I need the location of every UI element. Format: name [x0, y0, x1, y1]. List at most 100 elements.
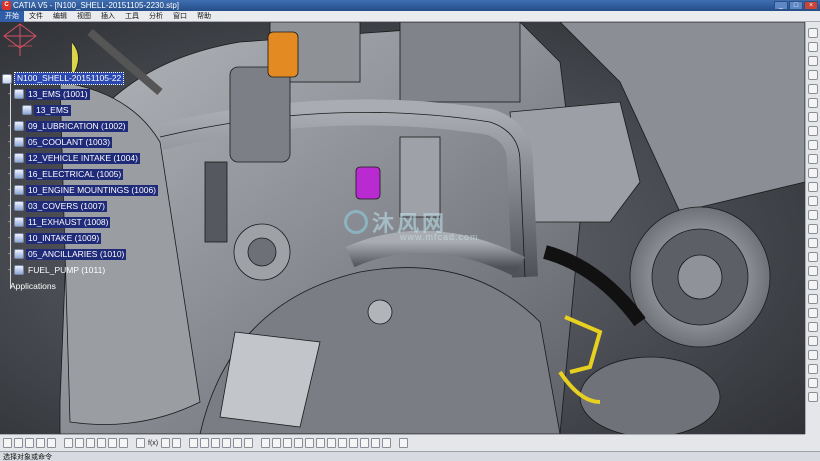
close-button[interactable]: ×: [804, 1, 818, 10]
iso-view-icon[interactable]: [349, 438, 359, 448]
expand-icon[interactable]: ‑: [8, 203, 13, 210]
tree-node-label[interactable]: 05_ANCILLARIES (1010): [26, 248, 127, 260]
tree-node-label[interactable]: 16_ELECTRICAL (1005): [26, 168, 124, 180]
render-icon[interactable]: [399, 438, 409, 448]
copy-icon[interactable]: [75, 438, 84, 448]
generate-numbering-icon[interactable]: [808, 126, 818, 136]
formula-button[interactable]: f(x): [148, 440, 158, 447]
fix-together-icon[interactable]: [808, 308, 818, 318]
tree-node-13-ems[interactable]: 13_EMS: [16, 104, 71, 116]
new-component-icon[interactable]: [808, 42, 818, 52]
measure-item-icon[interactable]: [244, 438, 254, 448]
distance-icon[interactable]: [233, 438, 243, 448]
tree-node-05-ancillaries[interactable]: ‑ 05_ANCILLARIES (1010): [8, 248, 127, 260]
catia-icon[interactable]: C: [2, 1, 11, 10]
print-icon[interactable]: [36, 438, 45, 448]
tree-node-label[interactable]: 12_VEHICLE INTAKE (1004): [26, 152, 140, 164]
space-analysis-icon[interactable]: [200, 438, 210, 448]
fly-mode-icon[interactable]: [261, 438, 271, 448]
annotation-icon[interactable]: [808, 378, 818, 388]
zoom-out-icon[interactable]: [316, 438, 326, 448]
tree-node-label[interactable]: FUEL_PUMP (1011): [26, 265, 107, 276]
expand-icon[interactable]: [16, 107, 21, 114]
expand-icon[interactable]: ‑: [8, 251, 13, 258]
tree-node-label[interactable]: 05_COOLANT (1003): [26, 136, 113, 148]
fit-all-in-icon[interactable]: [272, 438, 282, 448]
tree-node-12-vehicle-intake[interactable]: ‑ 12_VEHICLE INTAKE (1004): [8, 152, 140, 164]
contact-constraint-icon[interactable]: [808, 252, 818, 262]
3d-viewport[interactable]: 沐风网 www.mfcad.com N100_SHELL-20151105-22…: [0, 22, 805, 434]
pan-icon[interactable]: [283, 438, 293, 448]
expand-icon[interactable]: ‑: [8, 171, 13, 178]
tree-applications-label[interactable]: Applications: [8, 281, 58, 292]
graph-tree-reordering-icon[interactable]: [808, 112, 818, 122]
tree-node-label[interactable]: 03_COVERS (1007): [26, 200, 108, 212]
tree-node-label[interactable]: 13_EMS: [34, 104, 71, 116]
open-icon[interactable]: [14, 438, 23, 448]
selective-load-icon[interactable]: [808, 140, 818, 150]
create-multi-view-icon[interactable]: [338, 438, 348, 448]
expand-icon[interactable]: ‑: [8, 187, 13, 194]
existing-component-icon[interactable]: [808, 84, 818, 94]
menu-start[interactable]: 开始: [0, 10, 24, 22]
menu-window[interactable]: 窗口: [168, 11, 192, 22]
tree-node-applications[interactable]: Applications: [8, 280, 58, 292]
hide-show-icon[interactable]: [371, 438, 381, 448]
cut-icon[interactable]: [64, 438, 73, 448]
tree-root[interactable]: N100_SHELL-20151105-22: [2, 72, 125, 85]
tree-node-16-electrical[interactable]: ‑ 16_ELECTRICAL (1005): [8, 168, 124, 180]
tree-node-label[interactable]: 10_ENGINE MOUNTINGS (1006): [26, 184, 159, 196]
tree-root-label[interactable]: N100_SHELL-20151105-22: [14, 72, 125, 85]
menu-tools[interactable]: 工具: [120, 11, 144, 22]
tree-node-label[interactable]: 13_EMS (1001): [26, 88, 90, 100]
catalog-browser-icon[interactable]: [136, 438, 145, 448]
whats-this-icon[interactable]: [119, 438, 128, 448]
tree-node-10-engine-mountings[interactable]: ‑ 10_ENGINE MOUNTINGS (1006): [8, 184, 159, 196]
tree-node-05-coolant[interactable]: ‑ 05_COOLANT (1003): [8, 136, 113, 148]
undo-icon[interactable]: [97, 438, 106, 448]
angle-constraint-icon[interactable]: [808, 280, 818, 290]
expand-icon[interactable]: ‑: [8, 91, 13, 98]
zoom-in-icon[interactable]: [305, 438, 315, 448]
expand-icon[interactable]: ‑: [8, 267, 13, 274]
rotate-icon[interactable]: [294, 438, 304, 448]
snap-icon[interactable]: [808, 196, 818, 206]
minimize-button[interactable]: _: [774, 1, 788, 10]
tree-node-label[interactable]: 11_EXHAUST (1008): [26, 216, 111, 228]
tree-node-03-covers[interactable]: ‑ 03_COVERS (1007): [8, 200, 108, 212]
manipulation-icon[interactable]: [808, 182, 818, 192]
sectioning-icon[interactable]: [222, 438, 232, 448]
expand-icon[interactable]: ‑: [8, 155, 13, 162]
tree-node-13-ems-1001[interactable]: ‑ 13_EMS (1001): [8, 88, 90, 100]
measure-icon[interactable]: [808, 364, 818, 374]
manage-representations-icon[interactable]: [808, 154, 818, 164]
replace-component-icon[interactable]: [808, 98, 818, 108]
multi-instantiation-icon[interactable]: [808, 168, 818, 178]
tree-node-11-exhaust[interactable]: ‑ 11_EXHAUST (1008): [8, 216, 111, 228]
expand-icon[interactable]: ‑: [8, 139, 13, 146]
maximize-button[interactable]: □: [789, 1, 803, 10]
new-icon[interactable]: [3, 438, 12, 448]
tree-node-10-intake[interactable]: ‑ 10_INTAKE (1009): [8, 232, 102, 244]
stop-manipulate-on-clash-icon[interactable]: [808, 224, 818, 234]
redo-icon[interactable]: [108, 438, 117, 448]
update-icon[interactable]: [808, 322, 818, 332]
menu-insert[interactable]: 插入: [96, 11, 120, 22]
analysis-icon[interactable]: [189, 438, 199, 448]
lightbulb-icon[interactable]: [808, 336, 818, 346]
compass-icon[interactable]: [0, 22, 40, 58]
save-icon[interactable]: [25, 438, 34, 448]
quick-view-icon[interactable]: [47, 438, 56, 448]
clash-icon[interactable]: [211, 438, 221, 448]
sketch-icon[interactable]: [808, 350, 818, 360]
expand-icon[interactable]: ‑: [8, 235, 13, 242]
tree-node-label[interactable]: 10_INTAKE (1009): [26, 232, 102, 244]
new-part-icon[interactable]: [808, 70, 818, 80]
tree-node-label[interactable]: 09_LUBRICATION (1002): [26, 120, 128, 132]
offset-constraint-icon[interactable]: [808, 266, 818, 276]
select-icon[interactable]: [808, 28, 818, 38]
normal-view-icon[interactable]: [327, 438, 337, 448]
knowledge-icon[interactable]: [161, 438, 171, 448]
shading-icon[interactable]: [360, 438, 370, 448]
swap-visible-space-icon[interactable]: [382, 438, 392, 448]
